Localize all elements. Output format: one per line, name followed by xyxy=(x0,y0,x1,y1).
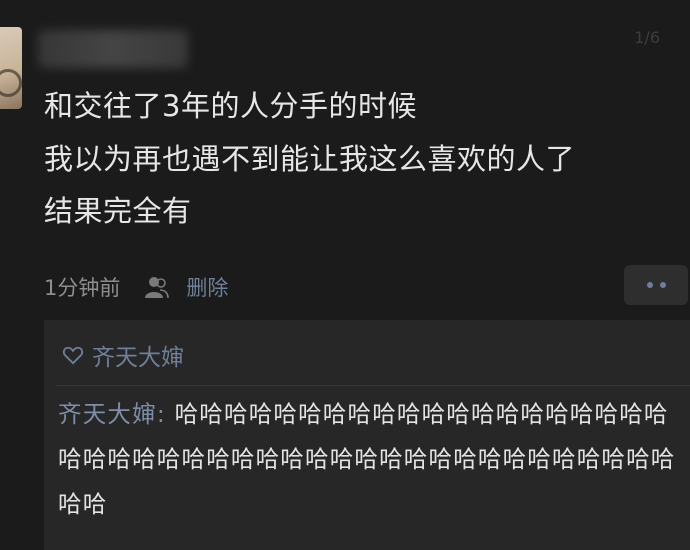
heart-outline-icon xyxy=(62,346,84,365)
likes-comments-box: 齐天大婶 齐天大婶: 哈哈哈哈哈哈哈哈哈哈哈哈哈哈哈哈哈哈哈哈哈哈哈哈哈哈哈哈哈… xyxy=(44,320,690,550)
post-text-line-3: 结果完全有 xyxy=(44,194,192,228)
image-pager: 1/6 xyxy=(634,28,660,47)
likes-row: 齐天大婶 xyxy=(62,338,184,372)
more-dots-icon xyxy=(646,282,653,288)
post-time: 1分钟前 xyxy=(44,276,121,300)
liker-name[interactable]: 齐天大婶 xyxy=(92,338,184,372)
comment: 齐天大婶: 哈哈哈哈哈哈哈哈哈哈哈哈哈哈哈哈哈哈哈哈哈哈哈哈哈哈哈哈哈哈哈哈哈哈… xyxy=(58,392,682,527)
more-button[interactable] xyxy=(624,265,688,305)
avatar[interactable] xyxy=(0,27,22,109)
post-text-line-1: 和交往了3年的人分手的时候 xyxy=(44,89,417,123)
divider xyxy=(56,385,690,386)
comment-author[interactable]: 齐天大婶 xyxy=(58,400,157,428)
delete-link[interactable]: 删除 xyxy=(186,272,228,302)
username-blurred xyxy=(38,30,188,68)
people-icon xyxy=(145,277,170,299)
comment-separator: : xyxy=(156,400,175,428)
post-text-line-2: 我以为再也遇不到能让我这么喜欢的人了 xyxy=(44,142,576,176)
post-meta-row: 1分钟前 删除 xyxy=(44,270,228,304)
